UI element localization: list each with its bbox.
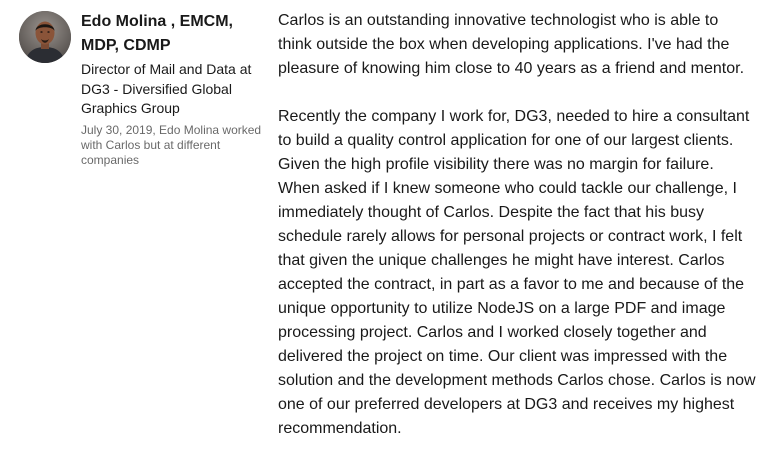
author-info: Edo Molina , EMCM, MDP, CDMP Director of… [81, 10, 266, 168]
recommendation-paragraph: Carlos is an outstanding innovative tech… [278, 12, 745, 77]
author-name-link[interactable]: Edo Molina , EMCM, MDP, CDMP [81, 10, 266, 58]
recommendation-meta: July 30, 2019, Edo Molina worked with Ca… [81, 122, 262, 167]
author-avatar[interactable] [19, 11, 71, 63]
profile-photo-icon [19, 11, 71, 63]
recommendation-paragraph: Recently the company I work for, DG3, ne… [278, 108, 756, 437]
recommendation-text: Carlos is an outstanding innovative tech… [278, 9, 756, 441]
author-headline: Director of Mail and Data at DG3 - Diver… [81, 61, 252, 116]
recommendation-card: Edo Molina , EMCM, MDP, CDMP Director of… [0, 0, 769, 468]
